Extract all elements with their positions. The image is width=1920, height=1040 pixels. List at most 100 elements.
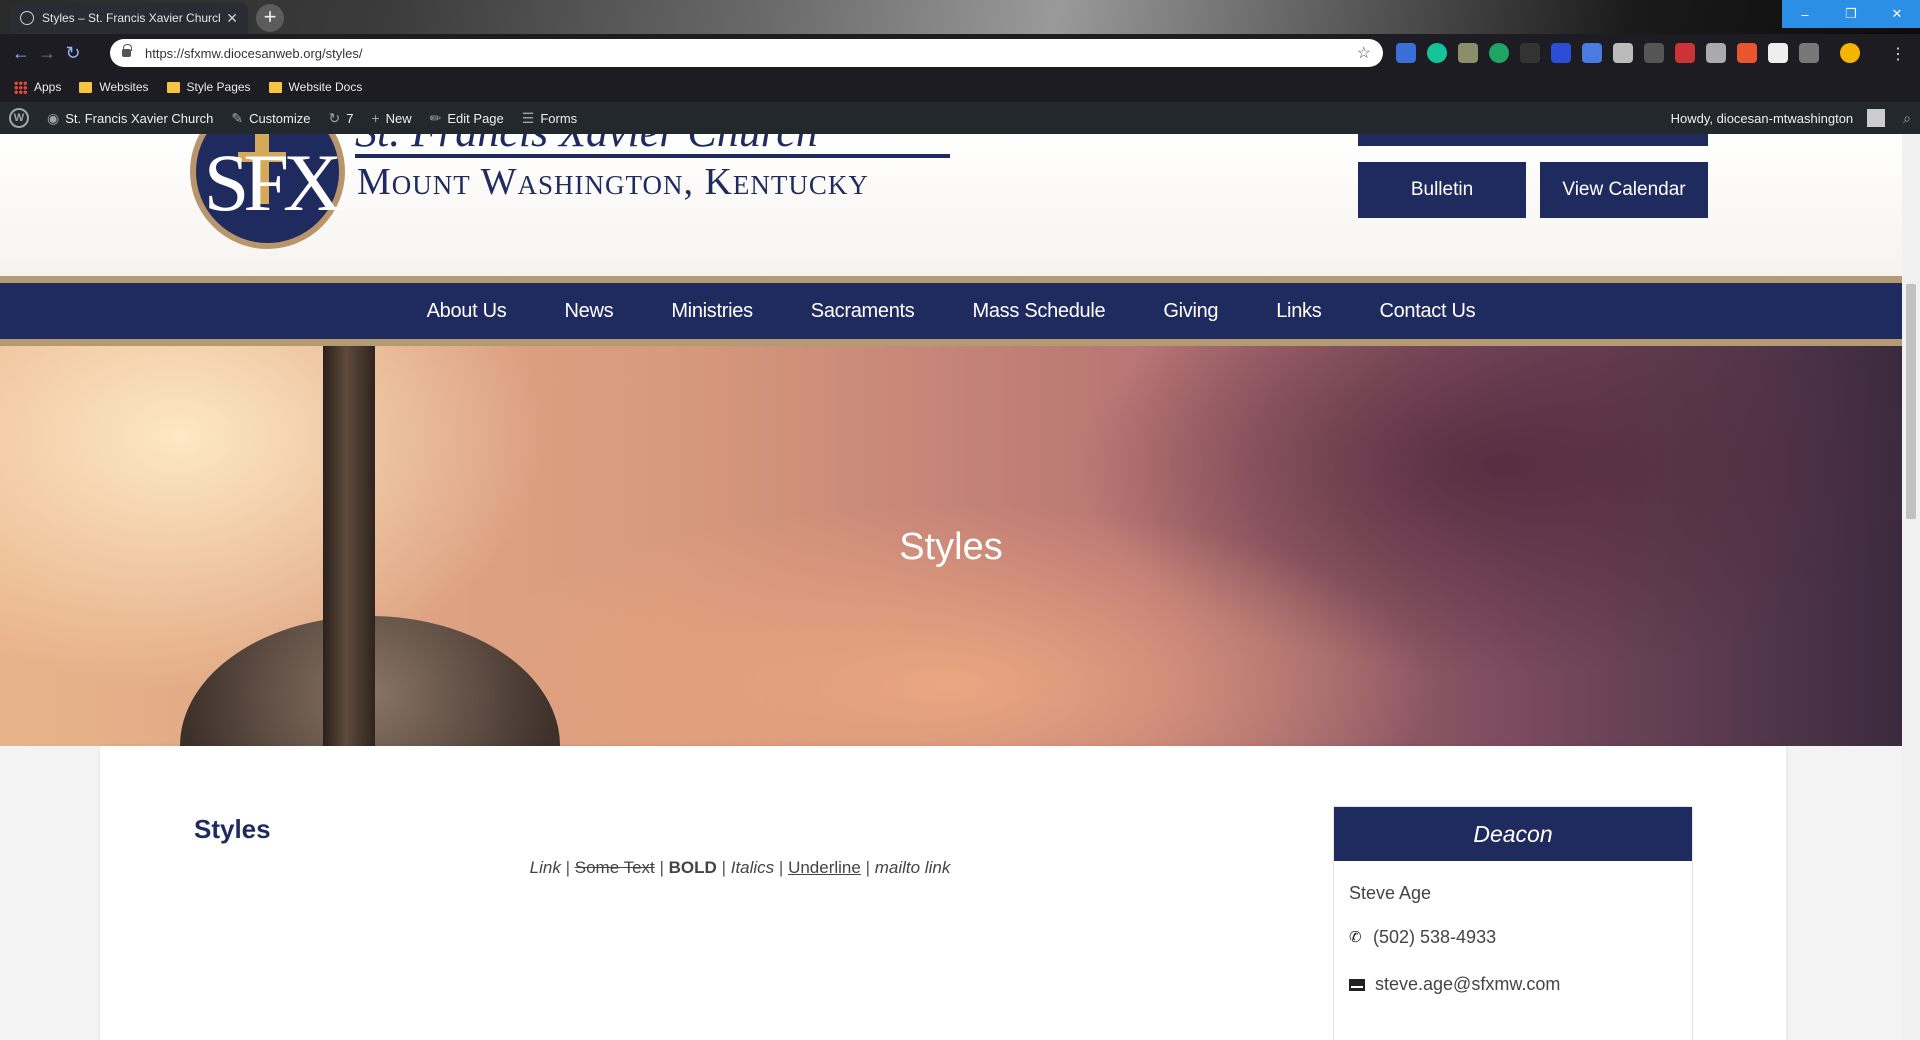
nav-about-us[interactable]: About Us (398, 300, 536, 323)
wordpress-logo-icon: W (9, 108, 29, 128)
logo-location[interactable]: Mount Washington, Kentucky (357, 160, 869, 204)
content-card: Styles Link | Some Text | BOLD | Italics… (100, 746, 1786, 1040)
back-arrow-icon[interactable]: ← (10, 42, 32, 64)
extension-camera-icon[interactable] (1613, 43, 1633, 63)
tab-close-icon[interactable]: ✕ (226, 10, 238, 27)
browser-tabstrip: Styles – St. Francis Xavier Church ✕ + –… (0, 0, 1920, 34)
extension-translate-icon[interactable] (1582, 43, 1602, 63)
deacon-email-row[interactable]: steve.age@sfxmw.com (1349, 974, 1560, 995)
extension-zoho-icon[interactable] (1737, 43, 1757, 63)
nav-contact-us[interactable]: Contact Us (1350, 300, 1504, 323)
nav-links[interactable]: Links (1247, 300, 1350, 323)
nav-sacraments[interactable]: Sacraments (782, 300, 944, 323)
extension-crop-icon[interactable] (1520, 43, 1540, 63)
main-nav: About Us News Ministries Sacraments Mass… (0, 276, 1902, 346)
deacon-contact-card: Deacon Steve Age ✆ (502) 538-4933 steve.… (1333, 806, 1693, 1040)
wp-new[interactable]: + New (362, 102, 420, 134)
wp-customize[interactable]: ✎ Customize (222, 102, 319, 134)
deacon-phone[interactable]: (502) 538-4933 (1373, 927, 1496, 948)
profile-avatar-icon[interactable] (1840, 43, 1860, 63)
wp-customize-label: Customize (249, 110, 311, 126)
extension-cloud-icon[interactable] (1706, 43, 1726, 63)
deacon-email[interactable]: steve.age@sfxmw.com (1375, 974, 1560, 995)
forward-arrow-icon[interactable]: → (36, 42, 58, 64)
wp-edit-page[interactable]: ✏ Edit Page (421, 102, 513, 134)
nav-giving[interactable]: Giving (1134, 300, 1247, 323)
bookmark-websites[interactable]: Websites (79, 80, 149, 94)
updates-icon: ↻ (328, 109, 341, 126)
bookmark-website-docs[interactable]: Website Docs (268, 80, 363, 94)
restore-button[interactable]: ❐ (1828, 0, 1874, 28)
url-text[interactable]: https://sfxmw.diocesanweb.org/styles/ (145, 46, 1357, 61)
dashboard-icon: ◉ (47, 109, 60, 126)
separator: | (721, 858, 726, 877)
search-icon: ⌕ (1903, 109, 1911, 126)
wp-logo-menu[interactable]: W (0, 102, 38, 134)
wp-updates[interactable]: ↻ 7 (319, 102, 362, 134)
scrollbar-thumb[interactable] (1906, 284, 1916, 519)
nav-mass-schedule[interactable]: Mass Schedule (944, 300, 1135, 323)
nav-news[interactable]: News (536, 300, 643, 323)
italic-example: Italics (730, 858, 775, 877)
bold-example: BOLD (668, 858, 717, 877)
link-example[interactable]: Link (530, 858, 561, 877)
wp-howdy-label: Howdy, diocesan-mtwashington (1670, 110, 1854, 126)
extension-window-icon[interactable] (1551, 43, 1571, 63)
folder-icon (268, 81, 282, 93)
extension-grammarly-icon[interactable] (1427, 43, 1447, 63)
wp-my-account[interactable]: Howdy, diocesan-mtwashington (1662, 102, 1895, 134)
hero-banner: Styles (0, 346, 1902, 746)
browser-tab-active[interactable]: Styles – St. Francis Xavier Church ✕ (10, 2, 248, 34)
nav-ministries[interactable]: Ministries (642, 300, 781, 323)
header-button-top[interactable] (1358, 134, 1708, 146)
bookmark-label: Websites (99, 80, 149, 94)
wp-site-name-label: St. Francis Xavier Church (65, 110, 214, 126)
user-avatar-icon (1867, 109, 1886, 127)
hero-title: Styles (899, 526, 1003, 568)
wp-forms[interactable]: ☰ Forms (513, 102, 586, 134)
browser-menu-icon[interactable]: ⋮ (1890, 44, 1906, 64)
reload-icon[interactable]: ↻ (62, 42, 84, 64)
folder-icon (166, 81, 180, 93)
bulletin-button[interactable]: Bulletin (1358, 162, 1526, 218)
address-bar[interactable]: https://sfxmw.diocesanweb.org/styles/ ☆ (110, 39, 1383, 67)
wp-forms-label: Forms (540, 110, 578, 126)
close-window-button[interactable]: ✕ (1874, 0, 1920, 28)
minimize-button[interactable]: – (1782, 0, 1828, 28)
envelope-icon (1349, 978, 1365, 991)
extension-calendar-icon[interactable] (1396, 43, 1416, 63)
extension-pen-icon[interactable] (1675, 43, 1695, 63)
wp-new-label: New (385, 110, 412, 126)
extension-evernote-icon[interactable] (1489, 43, 1509, 63)
site-header: SFX St. Francis Xavier Church Mount Wash… (0, 134, 1902, 276)
new-tab-button[interactable]: + (256, 4, 284, 32)
page-title: Styles (194, 814, 271, 844)
plus-icon: + (371, 110, 380, 126)
tab-title: Styles – St. Francis Xavier Church (42, 11, 221, 25)
mailto-link-example[interactable]: mailto link (875, 858, 951, 877)
lock-icon (122, 44, 132, 57)
separator: | (565, 858, 571, 877)
separator: | (865, 858, 870, 877)
wp-site-name[interactable]: ◉ St. Francis Xavier Church (38, 102, 222, 134)
view-calendar-button[interactable]: View Calendar (1540, 162, 1708, 218)
browser-toolbar: ← → ↻ https://sfxmw.diocesanweb.org/styl… (0, 34, 1920, 72)
page-scrollbar[interactable] (1902, 134, 1920, 1040)
wp-search[interactable]: ⌕ (1894, 102, 1920, 134)
strikethrough-example: Some Text (574, 858, 655, 877)
deacon-card-title: Deacon (1334, 807, 1692, 861)
bookmark-style-pages[interactable]: Style Pages (166, 80, 251, 94)
extension-gear-icon[interactable] (1799, 43, 1819, 63)
brush-icon: ✎ (231, 109, 244, 126)
bookmark-label: Website Docs (288, 80, 363, 94)
extension-image-icon[interactable] (1458, 43, 1478, 63)
extension-tray-icon[interactable] (1644, 43, 1664, 63)
bookmark-star-icon[interactable]: ☆ (1357, 43, 1371, 63)
underline-example: Underline (788, 858, 861, 877)
extension-text-icon[interactable] (1768, 43, 1788, 63)
deacon-phone-row[interactable]: ✆ (502) 538-4933 (1349, 927, 1496, 948)
bookmark-apps[interactable]: Apps (14, 80, 61, 94)
folder-icon (79, 81, 93, 93)
phone-icon: ✆ (1349, 928, 1362, 946)
bookmark-label: Style Pages (186, 80, 251, 94)
